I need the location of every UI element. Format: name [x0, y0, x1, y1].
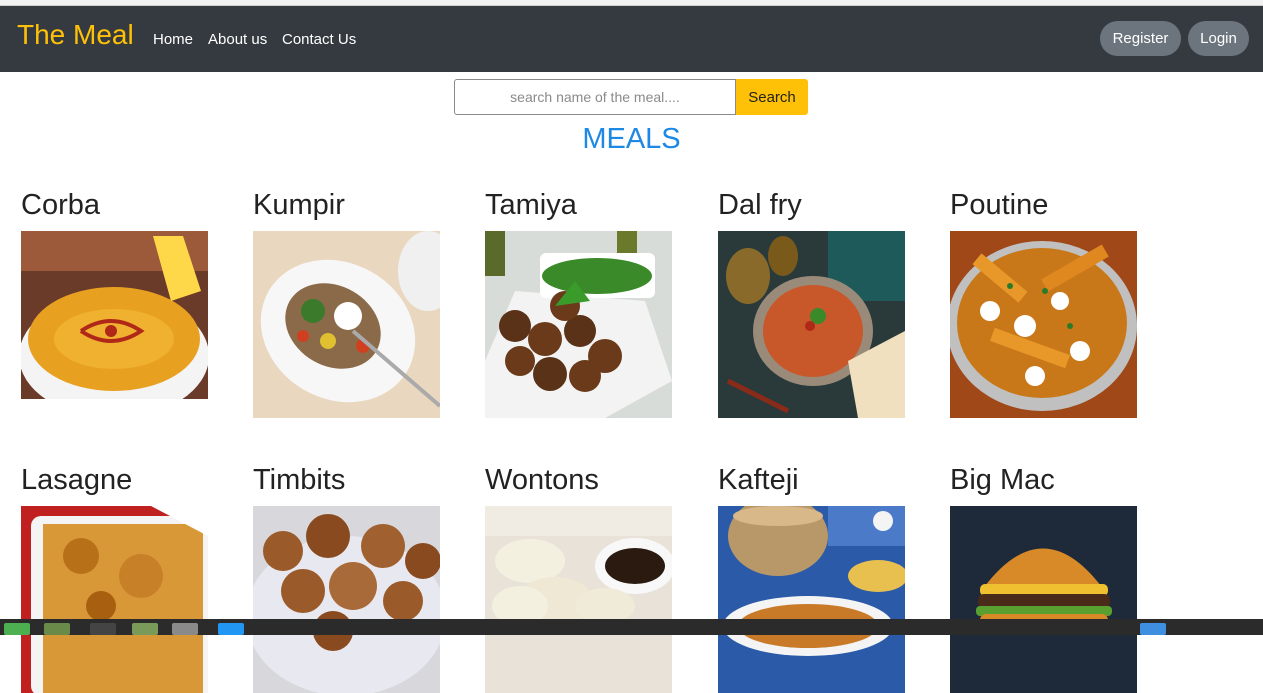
meal-name[interactable]: Big Mac	[950, 464, 1055, 497]
folder-icon[interactable]	[132, 623, 158, 635]
files-icon[interactable]	[44, 623, 70, 635]
meal-name[interactable]: Tamiya	[485, 189, 577, 222]
meal-name[interactable]: Lasagne	[21, 464, 132, 497]
meals-heading: MEALS	[582, 123, 681, 155]
lasagne-photo[interactable]	[21, 506, 208, 693]
nav-about-link[interactable]: About us	[208, 31, 267, 48]
dal-curry-photo[interactable]	[718, 231, 905, 418]
meal-name[interactable]: Kafteji	[718, 464, 799, 497]
tray-icon[interactable]	[1140, 623, 1166, 635]
wontons-photo[interactable]	[485, 506, 672, 693]
meal-name[interactable]: Timbits	[253, 464, 345, 497]
baked-potato-photo[interactable]	[253, 231, 440, 418]
meal-name[interactable]: Kumpir	[253, 189, 345, 222]
vscode-icon[interactable]	[218, 623, 244, 635]
navbar: The Meal Home About us Contact Us Regist…	[0, 6, 1263, 72]
donut-holes-photo[interactable]	[253, 506, 440, 693]
register-button[interactable]: Register	[1100, 21, 1181, 56]
terminal-icon[interactable]	[90, 623, 116, 635]
meal-name[interactable]: Wontons	[485, 464, 599, 497]
meal-name[interactable]: Dal fry	[718, 189, 802, 222]
falafel-photo[interactable]	[485, 231, 672, 418]
os-taskbar	[0, 619, 1263, 635]
meal-name[interactable]: Poutine	[950, 189, 1048, 222]
soup-bowl-photo[interactable]	[21, 231, 208, 418]
nav-contact-link[interactable]: Contact Us	[282, 31, 356, 48]
login-button[interactable]: Login	[1188, 21, 1249, 56]
brand-logo[interactable]: The Meal	[17, 19, 134, 51]
poutine-photo[interactable]	[950, 231, 1137, 418]
browser-icon[interactable]	[172, 623, 198, 635]
search-input[interactable]	[454, 79, 736, 115]
kafteji-photo[interactable]	[718, 506, 905, 693]
burger-photo[interactable]	[950, 506, 1137, 693]
meal-name[interactable]: Corba	[21, 189, 100, 222]
start-menu-icon[interactable]	[4, 623, 30, 635]
search-button[interactable]: Search	[736, 79, 808, 115]
nav-home-link[interactable]: Home	[153, 31, 193, 48]
